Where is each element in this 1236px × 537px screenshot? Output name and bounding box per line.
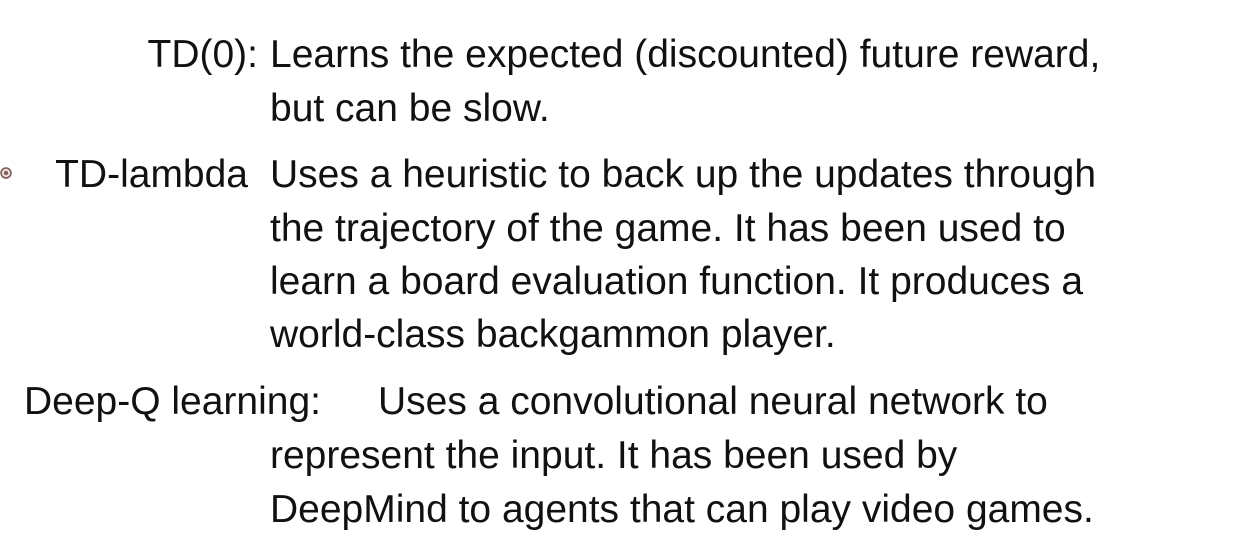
- term-td0: TD(0):: [147, 33, 259, 76]
- definition-line: Learns the expected (discounted) future …: [270, 33, 1101, 76]
- term-td-lambda: TD-lambda: [55, 153, 248, 196]
- definition-line: but can be slow.: [270, 87, 550, 130]
- definition-line: world-class backgammon player.: [270, 313, 836, 356]
- definition-line: learn a board evaluation function. It pr…: [270, 260, 1084, 303]
- definition-line: DeepMind to agents that can play video g…: [270, 488, 1094, 531]
- term-deep-q: Deep-Q learning:: [24, 380, 321, 423]
- definition-line: the trajectory of the game. It has been …: [270, 207, 1066, 250]
- cursor-icon: [0, 166, 12, 180]
- definition-line: Uses a convolutional neural network to: [378, 380, 1048, 423]
- definition-line: Uses a heuristic to back up the updates …: [270, 153, 1097, 196]
- slide: { "entries": [ { "term": "TD(0):", "line…: [0, 0, 1236, 537]
- definition-line: represent the input. It has been used by: [270, 434, 958, 477]
